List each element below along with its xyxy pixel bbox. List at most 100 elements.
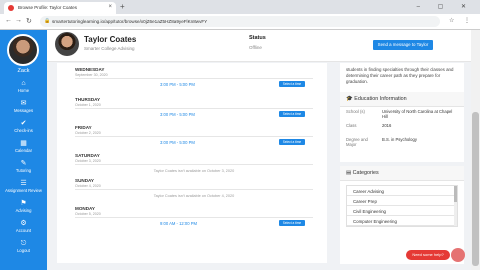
sidebar-item-label: Messages (13, 108, 34, 113)
select-time-button[interactable]: Select a time (279, 139, 305, 145)
categories-scroll-thumb[interactable] (454, 186, 457, 202)
select-time-button[interactable]: Select a time (279, 81, 305, 87)
time-slot[interactable]: 3:00 PM - 5:00 PM (160, 112, 195, 117)
back-icon[interactable]: ← (5, 17, 12, 24)
address-bar[interactable]: 🔒 smartertutoringlearning.io/app/tutor/b… (40, 16, 440, 27)
categories-title-text: Categories (352, 170, 379, 176)
unavailable-text: Taylor Coates isn't available on October… (153, 169, 235, 173)
folder-icon: ▤ (346, 170, 352, 176)
divider (75, 78, 313, 79)
sidebar-item-assignment-review[interactable]: ☰ Assignment Review (0, 180, 47, 193)
user-name: Zack (17, 68, 30, 74)
new-tab-button[interactable]: + (120, 2, 125, 11)
education-row: Class 2016 (340, 121, 464, 135)
day-date: October 1, 2020 (75, 103, 101, 107)
education-row: Degree and Major B.S. in Psychology (340, 135, 464, 149)
messages-icon: ✉ (20, 100, 27, 107)
reload-icon[interactable]: ↻ (26, 17, 32, 25)
day-name: MONDAY (75, 206, 95, 211)
sidebar-item-label: Account (15, 228, 32, 233)
select-time-button[interactable]: Select a time (279, 220, 305, 226)
toolbar-icons[interactable]: ☆ ⋮ (449, 17, 474, 24)
category-item[interactable]: Career Advising (347, 186, 457, 196)
calendar-icon: ▦ (20, 140, 27, 147)
day-name: WEDNESDAY (75, 67, 105, 72)
sidebar-item-label: Advising (15, 208, 32, 213)
category-item[interactable]: Civil Engineering (347, 206, 457, 216)
education-key: Degree and Major (346, 137, 368, 147)
schedule-day: MONDAY October 5, 2020 (75, 206, 101, 216)
schedule-day: SUNDAY October 4, 2020 (75, 178, 101, 188)
browser-chrome: Browse Profile: Taylor Coates × + – ▢ ✕ … (0, 0, 480, 30)
help-button[interactable]: Need some help? (406, 250, 450, 260)
schedule-day: WEDNESDAY September 30, 2020 (75, 67, 108, 77)
schedule-day: SATURDAY October 3, 2020 (75, 153, 101, 163)
time-slot[interactable]: 9:00 AM - 12:00 PM (160, 221, 197, 226)
advising-icon: ⚑ (20, 200, 27, 207)
sidebar-item-home[interactable]: ⌂ Home (0, 80, 47, 93)
day-name: SATURDAY (75, 153, 100, 158)
chat-bubble-icon[interactable] (451, 248, 465, 262)
tab-close-icon[interactable]: × (108, 4, 112, 10)
url-text: smartertutoringlearning.io/app/tutor/bro… (52, 19, 208, 24)
schedule-list[interactable]: WEDNESDAY September 30, 2020 3:00 PM - 5:0… (65, 63, 323, 263)
education-key: School (s) (346, 109, 365, 114)
divider (75, 217, 313, 218)
divider (75, 136, 313, 137)
time-slot[interactable]: 3:00 PM - 5:00 PM (160, 82, 195, 87)
send-message-button[interactable]: Send a message to Taylor (373, 40, 433, 50)
sidebar-item-label: Calendar (15, 148, 32, 153)
forward-icon[interactable]: → (15, 17, 22, 24)
tutoring-icon: ✎ (20, 160, 27, 167)
select-time-button[interactable]: Select a time (279, 111, 305, 117)
sidebar-item-tutoring[interactable]: ✎ Tutoring (0, 160, 47, 173)
sidebar-item-account[interactable]: ⚙ Account (0, 220, 47, 233)
sidebar-item-check-ins[interactable]: ✔ Check-ins (0, 120, 47, 133)
sidebar-item-messages[interactable]: ✉ Messages (0, 100, 47, 113)
day-date: October 5, 2020 (75, 212, 101, 216)
lock-icon: 🔒 (44, 18, 51, 24)
page-scroll-thumb[interactable] (472, 112, 479, 266)
schedule-panel: WEDNESDAY September 30, 2020 3:00 PM - 5:0… (57, 63, 327, 263)
schedule-day: FRIDAY October 2, 2020 (75, 125, 101, 135)
day-date: October 3, 2020 (75, 159, 101, 163)
divider (75, 189, 313, 190)
category-item[interactable]: Career Prep (347, 196, 457, 206)
day-name: FRIDAY (75, 125, 92, 130)
about-text: students in finding specialties through … (346, 67, 454, 84)
tutor-school: Smarter College Advising (84, 46, 135, 51)
graduation-icon: 🎓 (346, 96, 353, 102)
sidebar-item-label: Tutoring (15, 168, 32, 173)
divider (75, 164, 313, 165)
checkin-icon: ✔ (20, 120, 27, 127)
sidebar-item-advising[interactable]: ⚑ Advising (0, 200, 47, 213)
day-date: October 2, 2020 (75, 131, 101, 135)
day-date: October 4, 2020 (75, 184, 101, 188)
education-card: 🎓 Education Information School (s) Univer… (340, 92, 464, 162)
sidebar-item-label: Check-ins (14, 128, 33, 133)
education-title-text: Education Information (354, 96, 407, 102)
categories-list[interactable]: Career Advising Career Prep Civil Engineer… (346, 185, 458, 227)
sidebar-item-calendar[interactable]: ▦ Calendar (0, 140, 47, 153)
favicon-icon (8, 5, 14, 11)
status-label: Status (249, 35, 266, 41)
tutor-name: Taylor Coates (84, 35, 137, 44)
tab-bar: Browse Profile: Taylor Coates × + – ▢ ✕ (0, 0, 480, 14)
day-name: SUNDAY (75, 178, 94, 183)
page-scrollbar[interactable] (471, 30, 480, 270)
sidebar-item-label: Assignment Review (5, 188, 42, 193)
sidebar-item-logout[interactable]: ⎋ Logout (0, 240, 47, 253)
sidebar-item-label: Home (17, 88, 30, 93)
window-controls[interactable]: – ▢ ✕ (417, 3, 474, 10)
home-icon: ⌂ (21, 80, 26, 87)
category-item[interactable]: Computer Engineering (347, 216, 457, 226)
categories-scrollbar[interactable] (454, 186, 457, 226)
unavailable-text: Taylor Coates isn't available on October… (153, 194, 235, 198)
browser-toolbar: ← → ↻ 🔒 smartertutoringlearning.io/app/t… (0, 14, 480, 30)
education-value: B.S. in Psychology (382, 137, 417, 142)
categories-title: ▤ Categories (340, 166, 464, 181)
time-slot[interactable]: 3:00 PM - 5:00 PM (160, 140, 195, 145)
user-avatar[interactable] (7, 34, 39, 66)
education-value: 2016 (382, 123, 392, 128)
browser-tab[interactable]: Browse Profile: Taylor Coates × (4, 2, 116, 14)
